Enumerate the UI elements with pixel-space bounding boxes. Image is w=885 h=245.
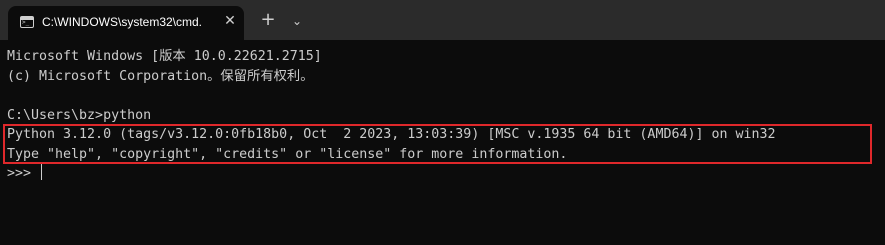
tab-bar: C:\WINDOWS\system32\cmd. ✕ + ⌄ — [0, 0, 885, 40]
chevron-down-icon[interactable]: ⌄ — [285, 9, 309, 33]
python-prompt: >>> — [7, 166, 40, 181]
tab-cmd[interactable]: C:\WINDOWS\system32\cmd. ✕ — [8, 6, 244, 40]
close-icon[interactable]: ✕ — [221, 12, 239, 30]
terminal-line: C:\Users\bz>python — [7, 107, 152, 123]
prompt-line[interactable]: >>> — [7, 164, 776, 184]
terminal-line: Microsoft Windows [版本 10.0.22621.2715] — [7, 49, 322, 64]
terminal-line: (c) Microsoft Corporation。保留所有权利。 — [7, 68, 314, 84]
tab-title: C:\WINDOWS\system32\cmd. — [42, 15, 203, 29]
plus-icon[interactable]: + — [256, 9, 280, 33]
terminal-icon — [20, 16, 34, 28]
text-cursor — [41, 164, 43, 180]
highlight-box — [3, 124, 872, 164]
